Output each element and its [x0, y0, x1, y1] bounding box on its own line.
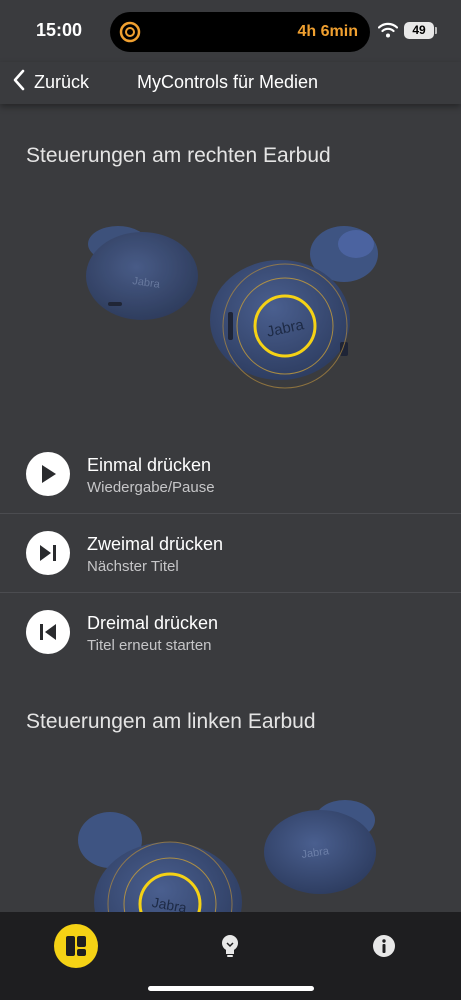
control-row-triple-press[interactable]: Dreimal drücken Titel erneut starten: [0, 593, 461, 671]
previous-track-icon: [26, 610, 70, 654]
navigation-bar: Zurück MyControls für Medien: [0, 62, 461, 104]
timer-icon: [118, 20, 142, 49]
status-bar: 15:00 4h 6min 49: [0, 0, 461, 62]
control-subtitle: Nächster Titel: [87, 558, 179, 575]
right-earbud-illustration: Jabra Jabra: [86, 226, 378, 389]
play-icon: [26, 452, 70, 496]
content-scroll[interactable]: Steuerungen am rechten Earbud Jabra Jabr…: [0, 104, 461, 912]
left-earbud-illustration: Jabra Jabra: [78, 800, 376, 912]
back-button[interactable]: Zurück: [12, 68, 89, 96]
controls-icon: [54, 924, 98, 973]
tab-tips[interactable]: [200, 924, 260, 980]
tab-info[interactable]: [354, 924, 414, 980]
control-row-single-press[interactable]: Einmal drücken Wiedergabe/Pause: [0, 435, 461, 513]
battery-level: 49: [412, 23, 426, 37]
control-title: Zweimal drücken: [87, 534, 224, 554]
info-icon: [372, 934, 396, 963]
status-time: 15:00: [36, 20, 83, 40]
wifi-icon: [377, 22, 399, 43]
home-indicator: [148, 986, 314, 991]
chevron-left-icon: [12, 69, 26, 96]
right-earbud-heading: Steuerungen am rechten Earbud: [26, 144, 331, 167]
dynamic-island[interactable]: 4h 6min: [110, 12, 370, 52]
battery-icon: 49: [404, 22, 434, 39]
left-earbud-heading: Steuerungen am linken Earbud: [26, 710, 316, 733]
activity-text: 4h 6min: [297, 23, 358, 40]
control-subtitle: Wiedergabe/Pause: [87, 479, 215, 496]
next-track-icon: [26, 531, 70, 575]
battery-tip: [435, 27, 437, 34]
back-label: Zurück: [34, 71, 90, 92]
control-title: Dreimal drücken: [87, 613, 219, 633]
control-subtitle: Titel erneut starten: [87, 637, 212, 654]
control-title: Einmal drücken: [87, 455, 212, 475]
tab-controls[interactable]: [46, 924, 106, 980]
page-title: MyControls für Medien: [137, 72, 319, 92]
lightbulb-icon: [219, 934, 241, 963]
control-row-double-press[interactable]: Zweimal drücken Nächster Titel: [0, 514, 461, 592]
